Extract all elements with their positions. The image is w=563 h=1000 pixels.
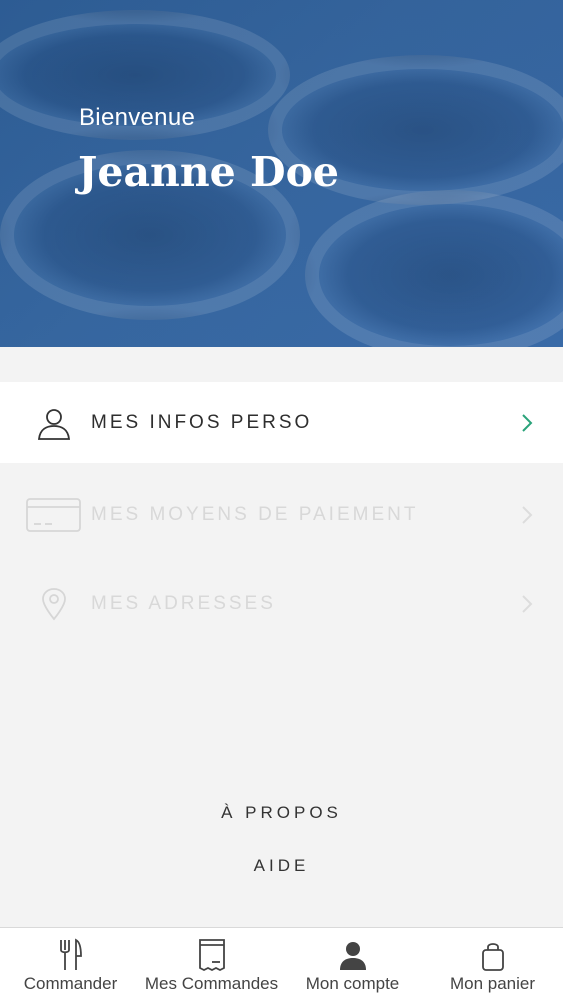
person-icon xyxy=(338,928,368,972)
bag-icon xyxy=(480,928,506,972)
credit-card-icon xyxy=(26,474,82,555)
tab-mon-compte[interactable]: Mon compte xyxy=(282,928,423,1000)
user-icon xyxy=(26,382,82,463)
tab-mes-commandes[interactable]: Mes Commandes xyxy=(141,928,282,1000)
receipt-icon xyxy=(198,928,226,972)
tab-label: Mon panier xyxy=(449,974,536,993)
user-name: Jeanne Doe xyxy=(78,148,340,196)
menu-item-label: MES ADRESSES xyxy=(91,593,276,614)
chevron-right-icon xyxy=(515,474,539,555)
tab-label: Commander xyxy=(23,974,118,993)
tab-mon-panier[interactable]: Mon panier xyxy=(422,928,563,1000)
welcome-text: Bienvenue xyxy=(79,104,196,131)
header-banner: Bienvenue Jeanne Doe xyxy=(0,0,563,347)
menu-item-label: MES INFOS PERSO xyxy=(91,412,313,433)
location-pin-icon xyxy=(26,563,82,644)
fork-knife-icon xyxy=(59,928,83,972)
chevron-right-icon xyxy=(515,382,539,463)
chevron-right-icon xyxy=(515,563,539,644)
menu-item-infos-perso[interactable]: MES INFOS PERSO xyxy=(0,382,563,463)
tab-commander[interactable]: Commander xyxy=(0,928,141,1000)
menu-item-label: MES MOYENS DE PAIEMENT xyxy=(91,504,419,525)
menu-item-adresses[interactable]: MES ADRESSES xyxy=(0,563,563,644)
tab-label: Mes Commandes xyxy=(144,974,279,993)
tab-bar: Commander Mes Commandes Mon compte Mon p… xyxy=(0,927,563,1000)
tab-label: Mon compte xyxy=(305,974,400,993)
about-link[interactable]: À PROPOS xyxy=(0,803,563,823)
menu-item-moyens-paiement[interactable]: MES MOYENS DE PAIEMENT xyxy=(0,474,563,555)
help-link[interactable]: AIDE xyxy=(0,856,563,876)
